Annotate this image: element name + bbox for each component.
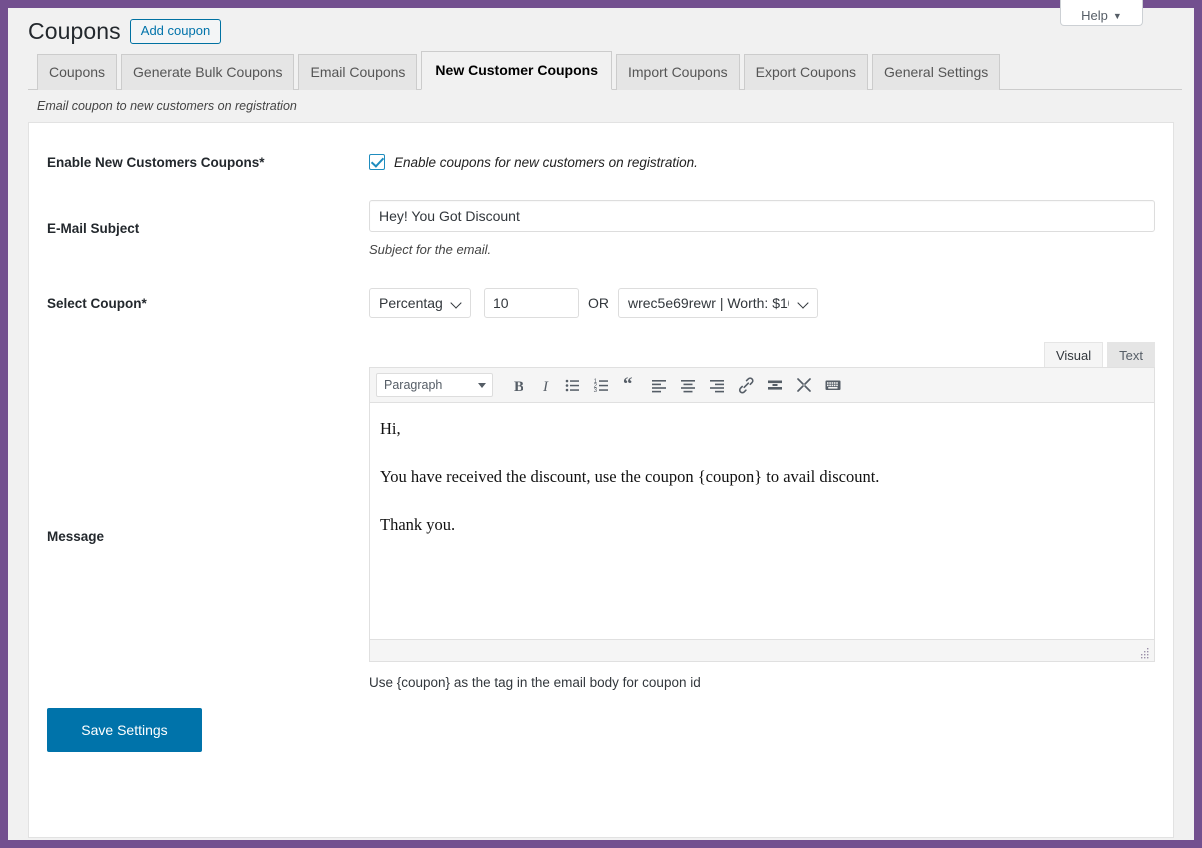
svg-text:3: 3 [593,387,597,394]
enable-checkbox-label: Enable coupons for new customers on regi… [394,154,698,170]
paragraph-format-select[interactable]: ParagraphHeading 1Heading 2Heading 3Pref… [376,373,493,397]
chevron-down-icon: ▼ [1112,11,1122,21]
existing-coupon-select-wrap: wrec5e69rewr | Worth: $10 [618,288,818,318]
admin-page-wrap: Coupons Add coupon Coupons Generate Bulk … [8,8,1194,840]
italic-icon[interactable]: I [528,371,557,399]
message-description: Use {coupon} as the tag in the email bod… [369,675,701,690]
svg-text:I: I [542,379,549,394]
page-subtitle: Email coupon to new customers on registr… [37,99,297,113]
bulleted-list-icon[interactable] [557,371,586,399]
settings-panel: Enable New Customers Coupons* Enable cou… [28,122,1174,838]
subject-description: Subject for the email. [369,241,492,257]
settings-form: Enable New Customers Coupons* Enable cou… [29,123,1173,752]
editor-toolbar: ParagraphHeading 1Heading 2Heading 3Pref… [370,368,1154,403]
form-row-message: Message Visual Text ParagraphHeading 1He… [29,339,1173,690]
form-row-enable: Enable New Customers Coupons* Enable cou… [29,123,1173,189]
wp-editor: Visual Text ParagraphHeading 1Heading 2H… [369,339,1155,690]
email-subject-input[interactable] [369,199,1155,232]
enable-checkbox-group: Enable coupons for new customers on regi… [369,154,1155,170]
editor-mode-tabs: Visual Text [369,342,1155,367]
form-row-save: Save Settings [29,690,1173,752]
nav-tab-import-coupons[interactable]: Import Coupons [616,54,740,90]
existing-coupon-select[interactable]: wrec5e69rewr | Worth: $10 [618,288,818,318]
align-left-icon[interactable] [644,371,673,399]
help-label: Help [1081,8,1108,23]
blockquote-icon[interactable]: “ [615,371,644,399]
editor-paragraph: Thank you. [380,514,456,534]
format-select-wrap: ParagraphHeading 1Heading 2Heading 3Pref… [374,373,499,397]
enable-new-customers-checkbox[interactable] [369,154,385,170]
editor-paragraph: You have received the discount, use the … [380,466,880,486]
svg-text:B: B [514,379,523,394]
subject-label: E-Mail Subject [47,220,140,236]
numbered-list-icon[interactable]: 123 [586,371,615,399]
read-more-icon[interactable] [760,371,789,399]
align-right-icon[interactable] [702,371,731,399]
coupon-amount-input[interactable] [484,288,579,318]
align-center-icon[interactable] [673,371,702,399]
toolbar-toggle-icon[interactable] [818,371,847,399]
save-button-wrap: Save Settings [29,690,1173,752]
coupon-controls: PercentageFixed Amount OR wrec5e69rewr |… [369,288,1155,318]
nav-tab-bar: Coupons Generate Bulk Coupons Email Coupon… [28,51,1182,90]
nav-tab-coupons[interactable]: Coupons [37,54,118,90]
coupon-type-select[interactable]: PercentageFixed Amount [369,288,471,318]
nav-tab-generate-bulk-coupons[interactable]: Generate Bulk Coupons [121,54,295,90]
nav-tab-new-customer-coupons[interactable]: New Customer Coupons [421,51,612,90]
svg-text:“: “ [623,376,633,394]
coupon-type-select-wrap: PercentageFixed Amount [369,288,471,318]
select-coupon-label: Select Coupon* [47,295,147,311]
bold-icon[interactable]: B [499,371,528,399]
page-title: Coupons [28,18,121,44]
editor-statusbar [370,639,1154,661]
form-row-subject: E-Mail Subject Subject for the email. [29,189,1173,267]
enable-label: Enable New Customers Coupons* [47,154,265,170]
link-icon[interactable] [731,371,760,399]
message-label: Message [47,529,105,544]
or-separator: OR [588,295,609,311]
add-coupon-button[interactable]: Add coupon [129,19,222,44]
page-header: Coupons Add coupon [20,8,1182,54]
tab-visual[interactable]: Visual [1043,342,1104,367]
editor-frame: ParagraphHeading 1Heading 2Heading 3Pref… [369,367,1155,662]
tab-text[interactable]: Text [1107,342,1155,367]
fullscreen-icon[interactable] [789,371,818,399]
form-row-coupon: Select Coupon* PercentageFixed Amount OR… [29,267,1173,339]
editor-paragraph: Hi, [380,419,401,438]
editor-resize-handle[interactable] [1138,646,1150,659]
nav-tab-email-coupons[interactable]: Email Coupons [298,54,418,90]
editor-content-area[interactable]: Hi, You have received the discount, use t… [370,403,1154,639]
nav-tab-general-settings[interactable]: General Settings [872,54,1001,90]
save-settings-button[interactable]: Save Settings [47,708,202,752]
help-button[interactable]: Help ▼ [1060,0,1143,26]
nav-tab-export-coupons[interactable]: Export Coupons [743,54,869,90]
